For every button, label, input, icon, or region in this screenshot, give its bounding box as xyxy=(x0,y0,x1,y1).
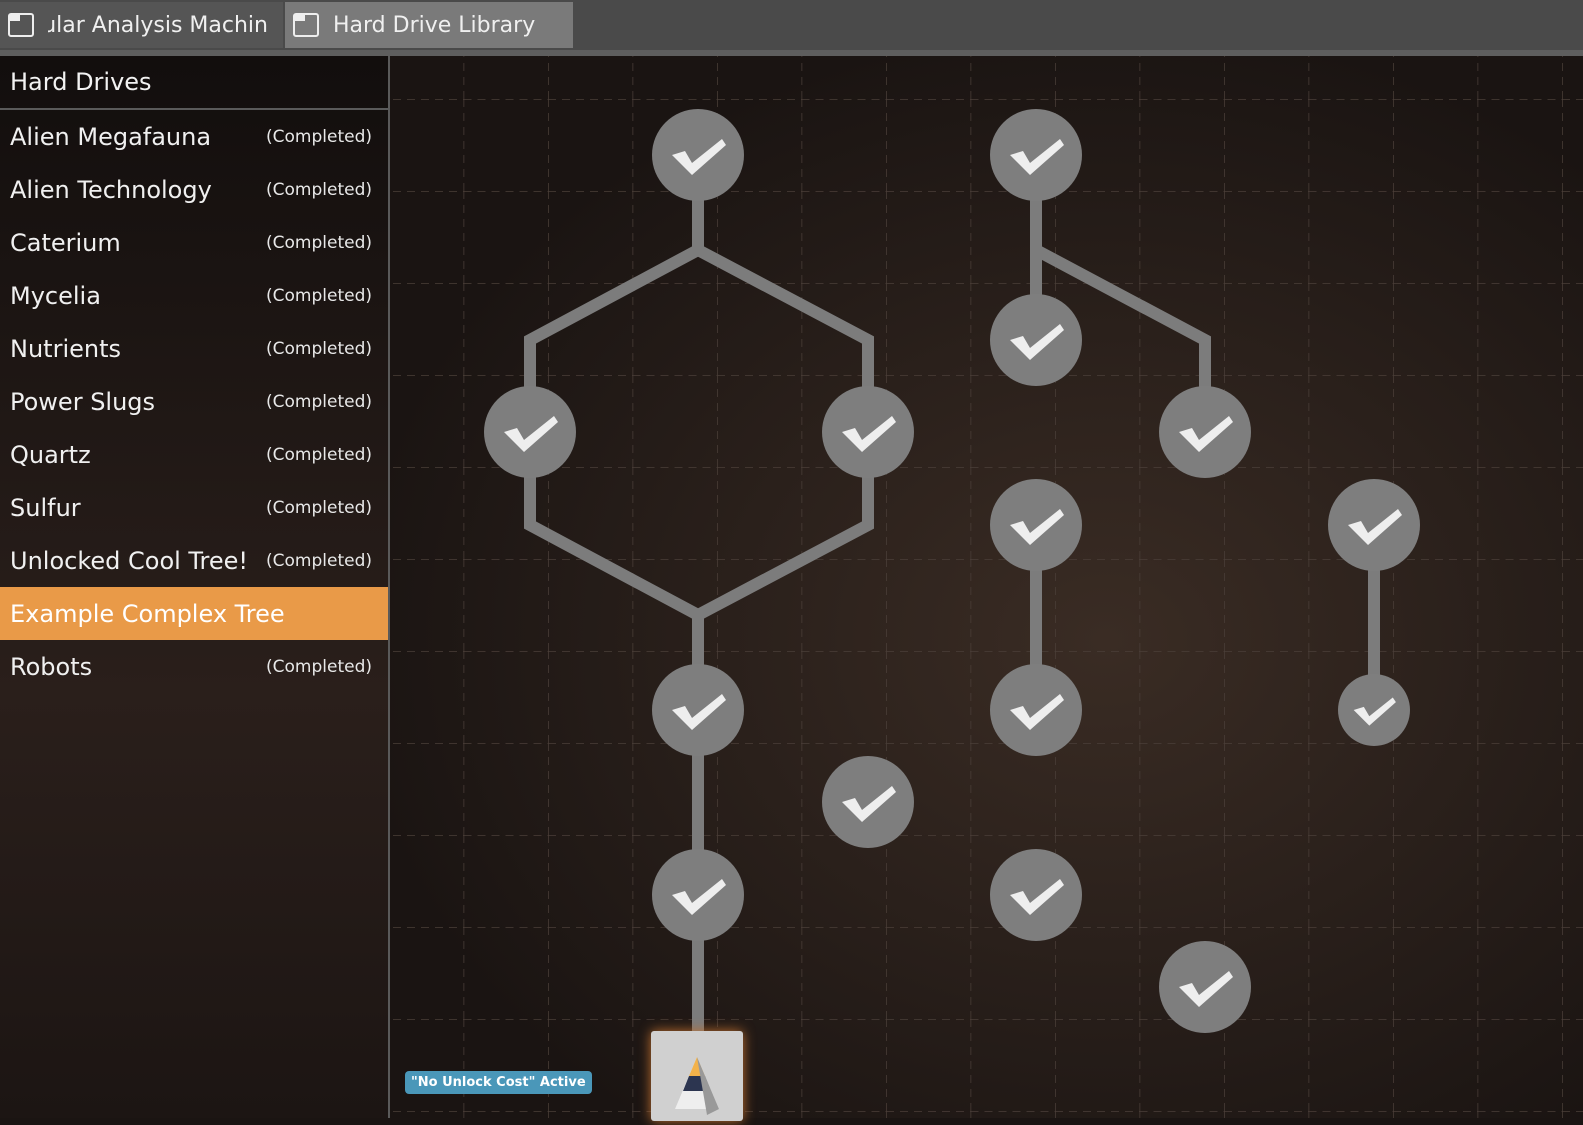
grid xyxy=(390,56,1583,1118)
tree-node[interactable] xyxy=(1159,941,1251,1033)
hard-drive-item[interactable]: Alien Technology (Completed) xyxy=(0,163,388,216)
item-status: (Completed) xyxy=(266,126,372,147)
tab-label: Hard Drive Library xyxy=(333,12,536,38)
tab-hard-drive-library[interactable]: Hard Drive Library xyxy=(285,2,573,48)
tree-node[interactable] xyxy=(990,294,1082,386)
tree-node[interactable] xyxy=(1159,386,1251,478)
hard-drive-item[interactable]: Unlocked Cool Tree! (Completed) xyxy=(0,534,388,587)
item-label: Quartz xyxy=(10,440,91,469)
item-label: Mycelia xyxy=(10,281,101,310)
tree-node[interactable] xyxy=(1338,674,1410,746)
hard-drive-item[interactable]: Alien Megafauna (Completed) xyxy=(0,110,388,163)
hard-drive-item[interactable]: Mycelia (Completed) xyxy=(0,269,388,322)
window-icon xyxy=(293,13,319,37)
item-label: Caterium xyxy=(10,228,121,257)
tree-canvas xyxy=(390,56,1583,1118)
tree-node[interactable] xyxy=(990,664,1082,756)
tree-node[interactable] xyxy=(822,756,914,848)
tree-node[interactable] xyxy=(652,849,744,941)
tab-bar: ular Analysis Machin Hard Drive Library xyxy=(0,0,1583,56)
tree-node[interactable] xyxy=(822,386,914,478)
item-label: Robots xyxy=(10,652,93,681)
item-label: Sulfur xyxy=(10,493,81,522)
hard-drive-item[interactable]: Robots (Completed) xyxy=(0,640,388,693)
list-header: Hard Drives xyxy=(0,56,388,110)
tab-molecular-analysis-machine[interactable]: ular Analysis Machin xyxy=(0,2,283,48)
tree-node[interactable] xyxy=(652,109,744,201)
hard-drive-item[interactable]: Caterium (Completed) xyxy=(0,216,388,269)
item-status: (Completed) xyxy=(266,497,372,518)
item-label: Nutrients xyxy=(10,334,121,363)
tree-root-unit[interactable] xyxy=(651,1031,743,1121)
pyramid-icon xyxy=(675,1057,719,1115)
hard-drive-item[interactable]: Nutrients (Completed) xyxy=(0,322,388,375)
item-status: (Completed) xyxy=(266,179,372,200)
item-status: (Completed) xyxy=(266,338,372,359)
item-label: Example Complex Tree xyxy=(10,599,285,628)
item-label: Alien Megafauna xyxy=(10,122,212,151)
hard-drive-item[interactable]: Example Complex Tree xyxy=(0,587,388,640)
item-status: (Completed) xyxy=(266,232,372,253)
tab-label: ular Analysis Machin xyxy=(48,12,268,38)
item-status: (Completed) xyxy=(266,444,372,465)
hard-drive-item[interactable]: Sulfur (Completed) xyxy=(0,481,388,534)
tree-node[interactable] xyxy=(1328,479,1420,571)
item-status: (Completed) xyxy=(266,391,372,412)
tree-node[interactable] xyxy=(990,479,1082,571)
item-status: (Completed) xyxy=(266,285,372,306)
hard-drive-item[interactable]: Power Slugs (Completed) xyxy=(0,375,388,428)
tree-node[interactable] xyxy=(484,386,576,478)
tree-node[interactable] xyxy=(652,664,744,756)
item-label: Power Slugs xyxy=(10,387,156,416)
tree-node[interactable] xyxy=(990,109,1082,201)
hard-drive-list: Hard Drives Alien Megafauna (Completed) Al… xyxy=(0,56,390,1118)
item-status: (Completed) xyxy=(266,656,372,677)
item-label: Alien Technology xyxy=(10,175,212,204)
tree-node[interactable] xyxy=(990,849,1082,941)
hard-drive-item[interactable]: Quartz (Completed) xyxy=(0,428,388,481)
item-label: Unlocked Cool Tree! xyxy=(10,546,249,575)
item-status: (Completed) xyxy=(266,550,372,571)
no-unlock-cost-badge: "No Unlock Cost" Active xyxy=(405,1071,592,1094)
window-icon xyxy=(8,13,34,37)
research-tree[interactable] xyxy=(390,56,1583,1118)
